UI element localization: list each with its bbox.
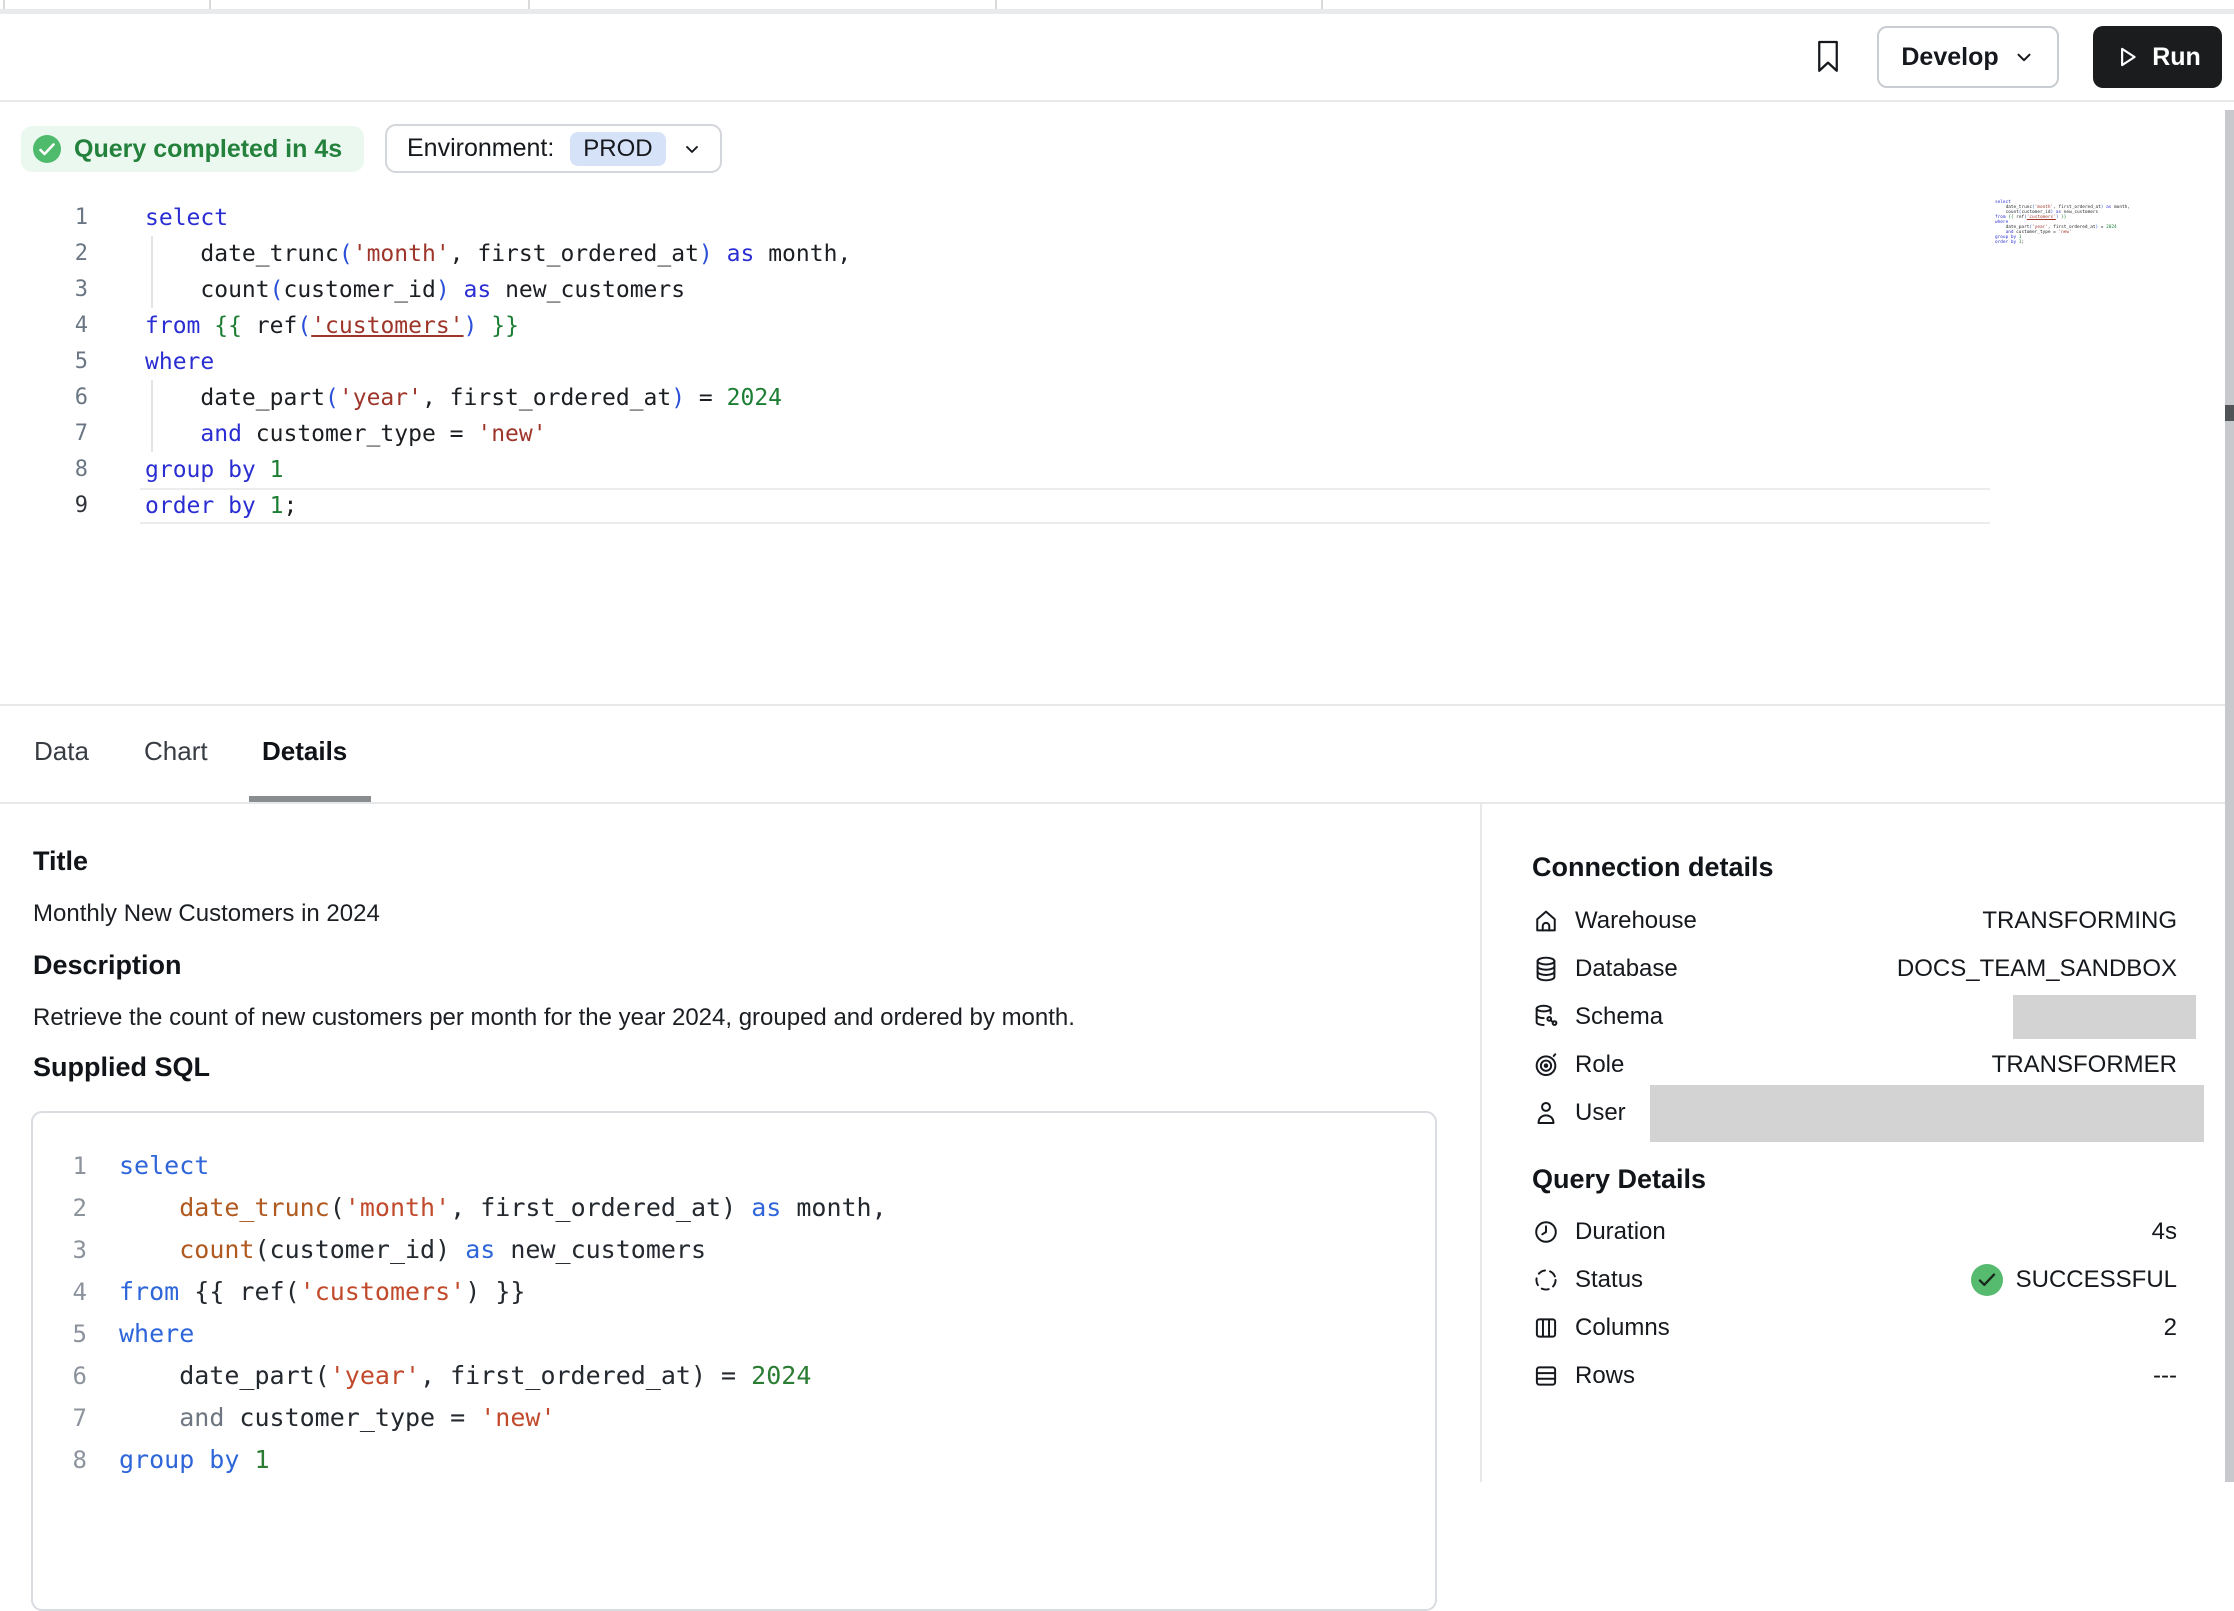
environment-selector[interactable]: Environment: PROD [385, 124, 722, 173]
query-status-pill: Query completed in 4s [21, 126, 364, 172]
chevron-down-icon [682, 139, 702, 159]
columns-value: 2 [2164, 1314, 2177, 1342]
row-label: Duration [1575, 1218, 1666, 1246]
supplied-sql-heading: Supplied SQL [33, 1052, 210, 1083]
tab-divider [528, 0, 530, 9]
indent-guide [151, 380, 153, 452]
query-row-status: Status SUCCESSFUL [1532, 1256, 2177, 1304]
title-value: Monthly New Customers in 2024 [33, 900, 380, 928]
description-heading: Description [33, 950, 182, 981]
tab-divider [1321, 0, 1323, 9]
query-row-columns: Columns 2 [1532, 1304, 2177, 1352]
tab-divider [209, 0, 211, 9]
query-row-duration: Duration 4s [1532, 1208, 2177, 1256]
row-label: Columns [1575, 1314, 1670, 1342]
connection-row-warehouse: Warehouse TRANSFORMING [1532, 897, 2177, 945]
query-status-text: Query completed in 4s [74, 135, 342, 164]
header-toolbar: Develop Run [0, 14, 2234, 102]
warehouse-value: TRANSFORMING [1982, 907, 2177, 935]
connection-details-heading: Connection details [1532, 852, 1774, 883]
tab-chart[interactable]: Chart [144, 736, 208, 767]
connection-row-schema: Schema [1532, 993, 2177, 1041]
bookmark-icon[interactable] [1813, 37, 1843, 77]
row-label: Warehouse [1575, 907, 1697, 935]
details-side-panel: Connection details Warehouse TRANSFORMIN… [1480, 804, 2234, 1482]
query-row-rows: Rows --- [1532, 1352, 2177, 1400]
user-value-redacted [1650, 1085, 2204, 1142]
develop-dropdown-button[interactable]: Develop [1877, 26, 2059, 88]
row-label: Rows [1575, 1362, 1635, 1390]
chevron-down-icon [2013, 46, 2035, 68]
warehouse-icon [1532, 907, 1560, 935]
success-check-icon [1971, 1264, 2003, 1296]
rows-icon [1532, 1362, 1560, 1390]
supplied-sql-code-block: 1select2 date_trunc('month', first_order… [31, 1111, 1437, 1611]
role-value: TRANSFORMER [1992, 1051, 2177, 1079]
run-label: Run [2152, 43, 2201, 72]
user-icon [1532, 1099, 1560, 1127]
database-value: DOCS_TEAM_SANDBOX [1897, 955, 2177, 983]
connection-row-user: User [1532, 1089, 2177, 1137]
environment-value-badge: PROD [570, 132, 665, 166]
description-value: Retrieve the count of new customers per … [33, 1004, 1075, 1032]
duration-value: 4s [2152, 1218, 2177, 1246]
status-pending-icon [1532, 1266, 1560, 1294]
tab-divider [995, 0, 997, 9]
tab-details[interactable]: Details [262, 736, 347, 767]
check-circle-icon [33, 135, 61, 163]
schema-icon [1532, 1003, 1560, 1031]
database-icon [1532, 955, 1560, 983]
page-scrollbar-thumb[interactable] [2225, 405, 2234, 421]
sql-editor[interactable]: 1select2 date_trunc('month', first_order… [0, 200, 2220, 524]
row-label: Role [1575, 1051, 1624, 1079]
separator [0, 704, 2234, 706]
play-icon [2114, 44, 2140, 70]
run-button[interactable]: Run [2093, 26, 2222, 88]
schema-value-redacted [2013, 995, 2196, 1039]
tab-data[interactable]: Data [34, 736, 89, 767]
rows-value: --- [2153, 1362, 2177, 1390]
page-scrollbar-track[interactable] [2225, 110, 2234, 1482]
title-heading: Title [33, 846, 88, 877]
connection-row-database: Database DOCS_TEAM_SANDBOX [1532, 945, 2177, 993]
row-label: Status [1575, 1266, 1643, 1294]
status-value: SUCCESSFUL [2016, 1266, 2177, 1294]
row-label: Database [1575, 955, 1678, 983]
environment-label: Environment: [407, 134, 554, 163]
top-tab-strip [0, 0, 2234, 9]
row-label: Schema [1575, 1003, 1663, 1031]
indent-guide [151, 236, 153, 308]
query-details-heading: Query Details [1532, 1164, 1706, 1195]
tab-divider [3, 0, 5, 9]
columns-icon [1532, 1314, 1560, 1342]
duration-clock-icon [1532, 1218, 1560, 1246]
row-label: User [1575, 1099, 1626, 1127]
develop-label: Develop [1901, 43, 1998, 72]
editor-minimap[interactable]: select date_trunc('month', first_ordered… [1995, 200, 2103, 245]
connection-row-role: Role TRANSFORMER [1532, 1041, 2177, 1089]
role-icon [1532, 1051, 1560, 1079]
